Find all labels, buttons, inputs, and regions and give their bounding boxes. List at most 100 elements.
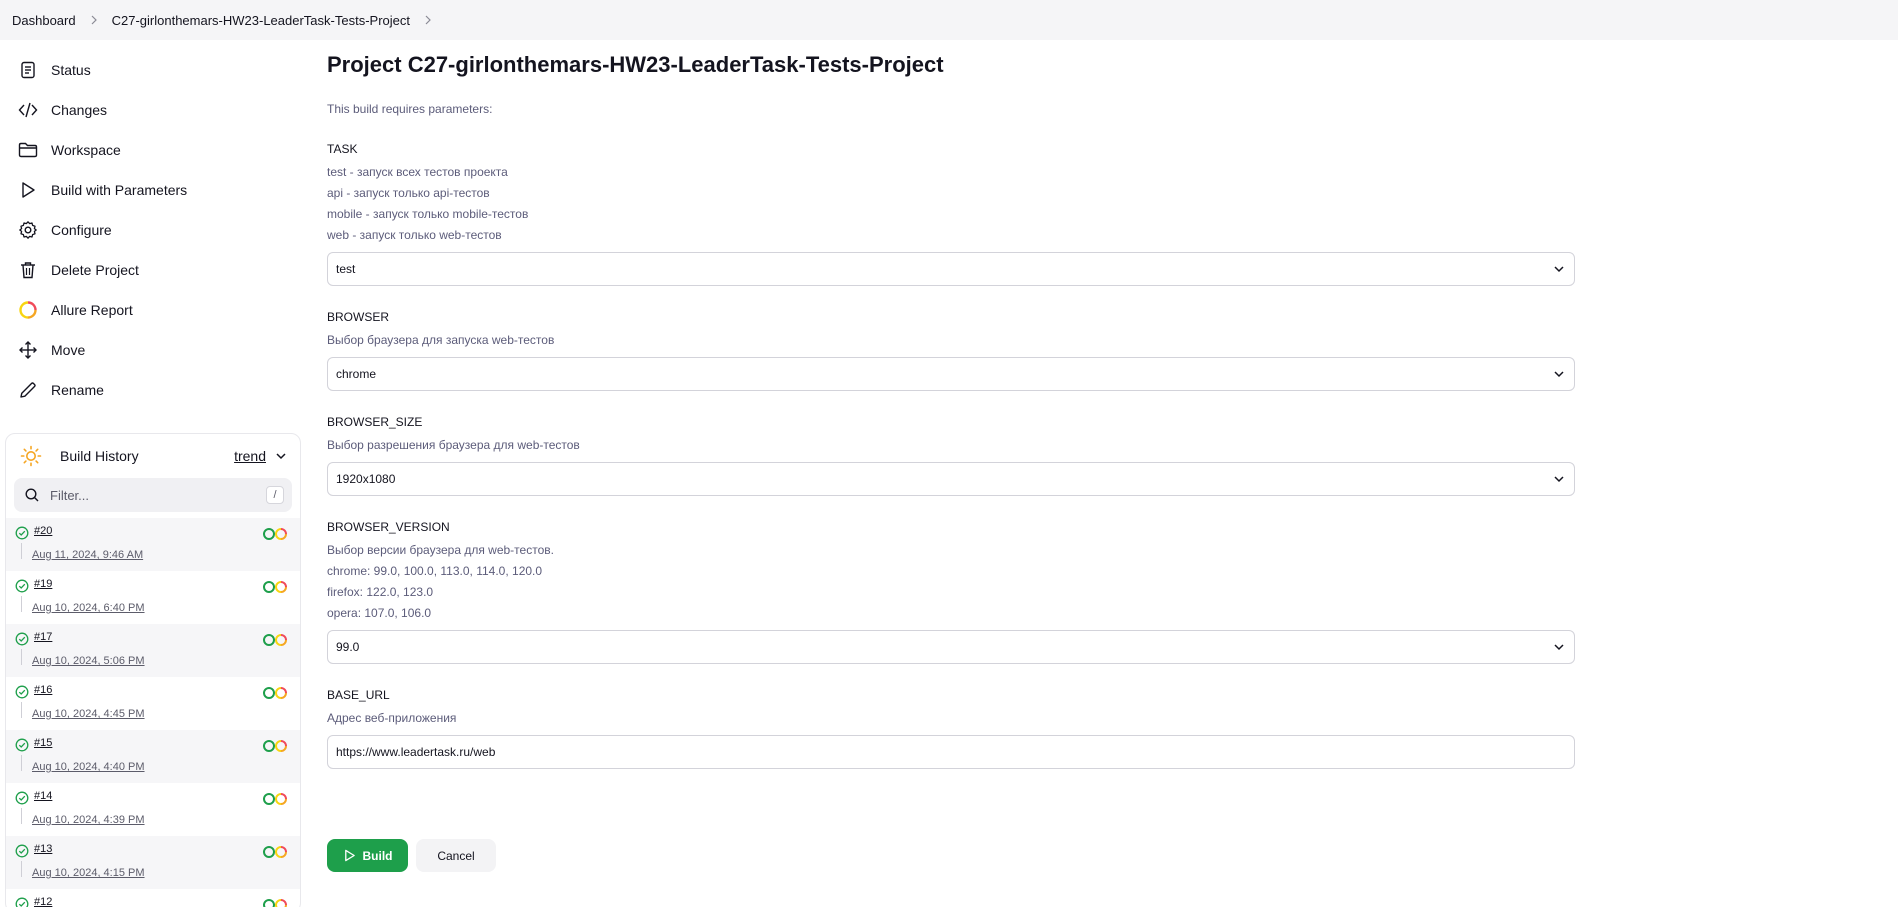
param-browser-size: BROWSER_SIZE Выбор разрешения браузера д… [327,415,1575,496]
search-icon [25,488,39,502]
build-number-link[interactable]: #17 [34,631,52,643]
param-description: Выбор браузера для запуска web-тестов [327,333,555,347]
build-date-link[interactable]: Aug 10, 2024, 4:45 PM [32,708,145,720]
allure-report-icon[interactable] [262,633,290,647]
build-date-link[interactable]: Aug 10, 2024, 5:06 PM [32,655,145,667]
sidebar-item-workspace[interactable]: Workspace [18,130,298,170]
base-url-field[interactable] [327,735,1575,769]
allure-report-icon[interactable] [262,845,290,859]
base-url-input[interactable] [336,745,1566,759]
sidebar-item-rename[interactable]: Rename [18,370,298,410]
build-row[interactable]: #16 Aug 10, 2024, 4:45 PM [6,677,300,730]
cancel-button[interactable]: Cancel [416,839,496,872]
browser-size-select[interactable]: 1920x1080 [327,462,1575,496]
allure-report-icon[interactable] [262,792,290,806]
success-check-icon [15,685,29,699]
requires-parameters-text: This build requires parameters: [327,102,493,116]
pencil-icon [18,380,38,400]
breadcrumb-dashboard[interactable]: Dashboard [12,13,76,28]
sidebar-item-configure[interactable]: Configure [18,210,298,250]
sidebar-item-changes[interactable]: Changes [18,90,298,130]
breadcrumb-project[interactable]: C27-girlonthemars-HW23-LeaderTask-Tests-… [112,13,410,28]
chevron-right-icon[interactable] [422,14,434,26]
cancel-button-label: Cancel [437,848,475,863]
sidebar-item-label: Status [51,62,91,78]
param-name: BROWSER [327,310,390,324]
folder-icon [18,140,38,160]
build-date-link[interactable]: Aug 10, 2024, 4:40 PM [32,761,145,773]
allure-report-icon[interactable] [262,686,290,700]
chevron-down-icon [1554,644,1564,651]
build-number-link[interactable]: #14 [34,790,52,802]
form-actions: Build Cancel [327,839,496,872]
timeline-line [21,543,22,559]
trash-icon [18,260,38,280]
timeline-line [21,649,22,665]
build-list: #20 Aug 11, 2024, 9:46 AM #19 Aug 10, 2024,… [6,518,300,907]
browser-select[interactable]: chrome [327,357,1575,391]
param-task: TASK test - запуск всех тестов проекта a… [327,142,1575,286]
allure-report-icon[interactable] [262,527,290,541]
sidebar-item-build-with-parameters[interactable]: Build with Parameters [18,170,298,210]
build-number-link[interactable]: #16 [34,684,52,696]
param-browser: BROWSER Выбор браузера для запуска web-т… [327,310,1575,391]
build-row[interactable]: #14 Aug 10, 2024, 4:39 PM [6,783,300,836]
build-number-link[interactable]: #20 [34,525,52,537]
chevron-down-icon [1554,266,1564,273]
chevron-down-icon[interactable] [274,449,288,463]
sidebar-item-allure-report[interactable]: Allure Report [18,290,298,330]
build-row[interactable]: #17 Aug 10, 2024, 5:06 PM [6,624,300,677]
build-row[interactable]: #13 Aug 10, 2024, 4:15 PM [6,836,300,889]
document-icon [18,60,38,80]
param-description: chrome: 99.0, 100.0, 113.0, 114.0, 120.0 [327,564,543,578]
param-browser-version: BROWSER_VERSION Выбор версии браузера дл… [327,520,1575,664]
build-date-link[interactable]: Aug 10, 2024, 6:40 PM [32,602,145,614]
build-date-link[interactable]: Aug 10, 2024, 4:39 PM [32,814,145,826]
allure-report-icon[interactable] [262,898,290,907]
param-description: Выбор разрешения браузера для web-тестов [327,438,580,452]
build-date-link[interactable]: Aug 10, 2024, 4:15 PM [32,867,145,879]
play-icon [18,180,38,200]
build-number-link[interactable]: #15 [34,737,52,749]
page-title: Project C27-girlonthemars-HW23-LeaderTas… [327,52,944,77]
build-button[interactable]: Build [327,839,408,872]
gear-icon [18,220,38,240]
build-number-link[interactable]: #13 [34,843,52,855]
code-icon [18,100,38,120]
allure-report-icon[interactable] [262,580,290,594]
success-check-icon [15,579,29,593]
build-row[interactable]: #12 [6,889,300,907]
param-description: mobile - запуск только mobile-тестов [327,207,529,221]
filter-input[interactable] [50,487,266,503]
build-number-link[interactable]: #12 [34,896,52,907]
timeline-line [21,755,22,771]
build-date-link[interactable]: Aug 11, 2024, 9:46 AM [32,549,143,561]
build-row[interactable]: #19 Aug 10, 2024, 6:40 PM [6,571,300,624]
build-row[interactable]: #15 Aug 10, 2024, 4:40 PM [6,730,300,783]
sidebar-item-label: Rename [51,382,104,398]
task-select[interactable]: test [327,252,1575,286]
select-value: 99.0 [336,640,360,654]
chevron-down-icon [1554,371,1564,378]
timeline-line [21,596,22,612]
select-value: test [336,262,356,276]
breadcrumb: Dashboard C27-girlonthemars-HW23-LeaderT… [0,0,1898,40]
param-name: TASK [327,142,358,156]
sidebar-item-status[interactable]: Status [18,50,298,90]
allure-report-icon[interactable] [262,739,290,753]
sidebar-item-label: Delete Project [51,262,139,278]
param-description: Адрес веб-приложения [327,711,457,725]
sidebar-item-label: Configure [51,222,112,238]
sidebar-item-delete-project[interactable]: Delete Project [18,250,298,290]
timeline-line [21,702,22,718]
trend-label[interactable]: trend [234,448,266,464]
build-number-link[interactable]: #19 [34,578,52,590]
browser-version-select[interactable]: 99.0 [327,630,1575,664]
build-row[interactable]: #20 Aug 11, 2024, 9:46 AM [6,518,300,571]
param-description: firefox: 122.0, 123.0 [327,585,434,599]
trend-link[interactable]: trend [234,448,288,464]
build-filter: / [14,478,292,512]
sidebar-item-move[interactable]: Move [18,330,298,370]
param-description: opera: 107.0, 106.0 [327,606,432,620]
success-check-icon [15,844,29,858]
